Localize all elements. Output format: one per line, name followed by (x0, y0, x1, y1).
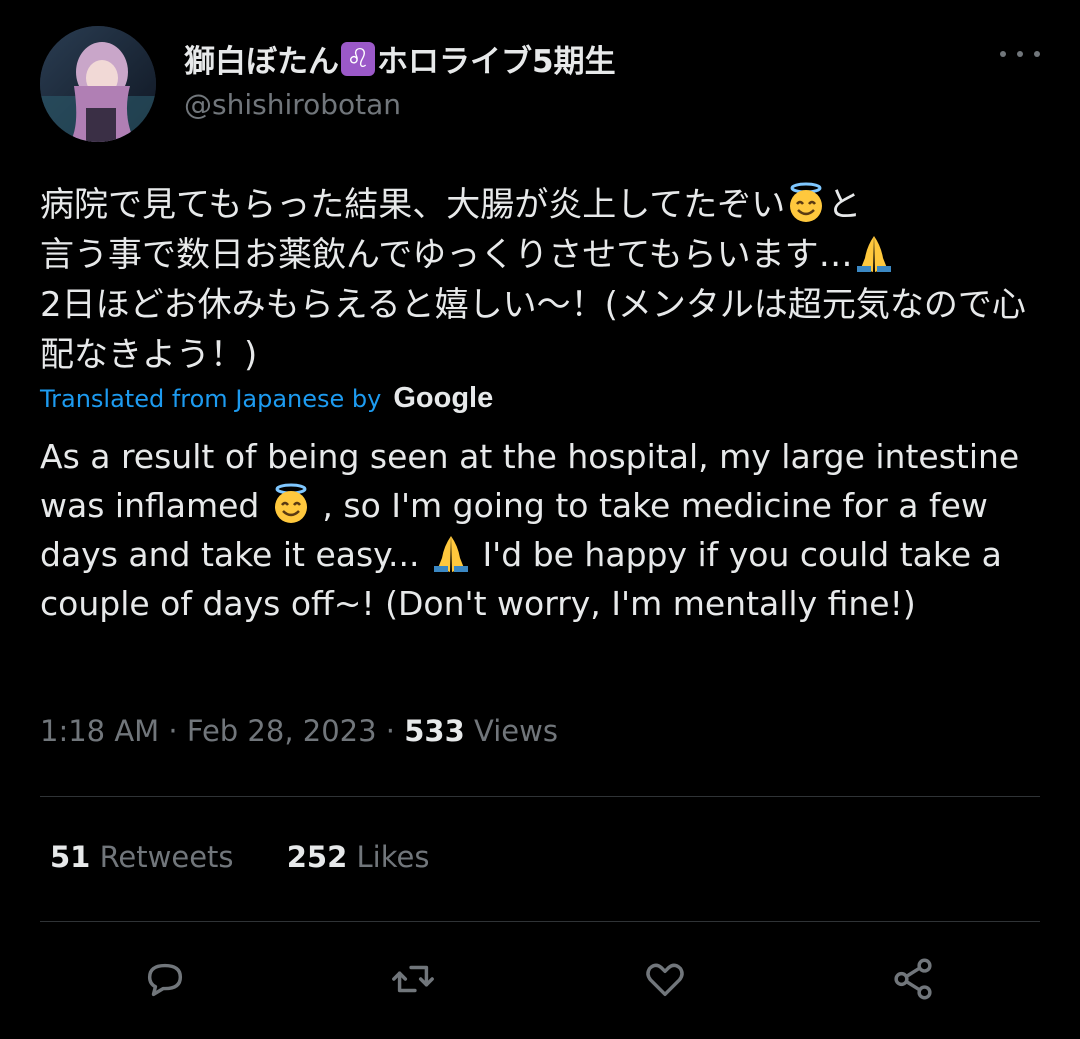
tweet-actions (40, 950, 1040, 1010)
folded-hands-icon (433, 536, 468, 572)
original-text-line1-end: と (827, 185, 862, 225)
display-name-suffix: ホロライブ5期生 (377, 44, 616, 80)
folded-hands-icon (856, 236, 891, 272)
original-text-line1: 病院で見てもらった結果、大腸が炎上してたぞい (40, 185, 786, 225)
tweet-date[interactable]: Feb 28, 2023 (187, 714, 377, 748)
retweets-label: Retweets (99, 840, 234, 874)
tweet-original-text: 病院で見てもらった結果、大腸が炎上してたぞい と 言う事で数日お薬飲んでゆっくりさ… (40, 180, 1050, 380)
more-options-icon[interactable] (1000, 42, 1040, 66)
translated-label: Translated from Japanese by (40, 384, 382, 413)
smiling-face-with-halo-icon (274, 483, 307, 523)
tweet-translated-text: As a result of being seen at the hospita… (40, 432, 1040, 628)
likes-count: 252 (286, 840, 348, 874)
likes-stat[interactable]: 252 Likes (287, 840, 430, 874)
google-logo: Google (393, 382, 494, 414)
leo-zodiac-icon: ♌ (341, 41, 375, 76)
retweet-icon[interactable] (388, 954, 438, 1004)
meta-separator: · (159, 714, 187, 748)
like-icon[interactable] (640, 954, 690, 1004)
display-name[interactable]: 獅白ぼたん ♌ ホロライブ5期生 (184, 36, 616, 81)
display-name-prefix: 獅白ぼたん (184, 44, 339, 80)
user-handle[interactable]: @shishirobotan (184, 88, 401, 121)
retweets-stat[interactable]: 51 Retweets (50, 840, 234, 874)
views-count: 533 (404, 714, 465, 748)
tweet-header: 獅白ぼたん ♌ ホロライブ5期生 @shishirobotan (40, 26, 1040, 142)
divider (40, 921, 1040, 922)
meta-separator: · (376, 714, 405, 748)
share-icon[interactable] (888, 954, 938, 1004)
reply-icon[interactable] (140, 954, 190, 1004)
translation-attribution[interactable]: Translated from Japanese by Google (40, 382, 493, 415)
smiling-face-with-halo-icon (790, 182, 823, 222)
avatar[interactable] (40, 26, 156, 142)
tweet-time[interactable]: 1:18 AM (40, 714, 159, 748)
retweets-count: 51 (50, 840, 91, 874)
divider (40, 796, 1040, 797)
views-label: Views (474, 714, 558, 748)
original-text-line2: 言う事で数日お薬飲んでゆっくりさせてもらいます… (40, 235, 853, 275)
tweet-meta: 1:18 AM · Feb 28, 2023 · 533 Views (40, 714, 558, 748)
tweet-stats: 51 Retweets 252 Likes (50, 840, 473, 874)
likes-label: Likes (356, 840, 430, 874)
original-text-line3: 2日ほどお休みもらえると嬉しい〜！(メンタルは超元気なので心配なきよう！) (40, 285, 1026, 375)
